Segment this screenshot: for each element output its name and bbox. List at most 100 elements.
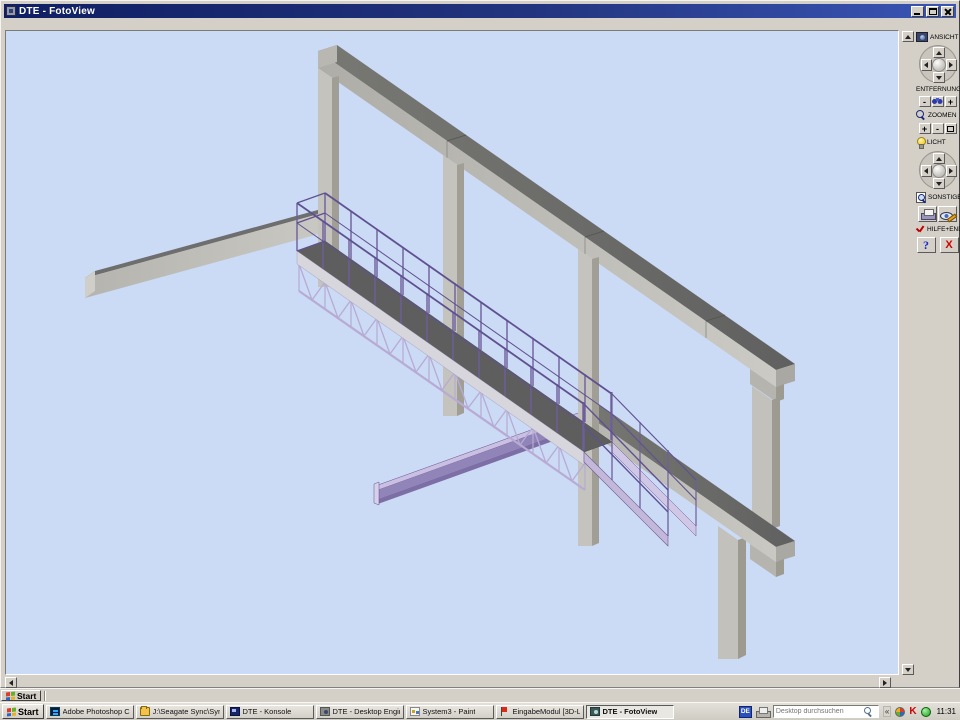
view-up-button[interactable] xyxy=(933,47,945,58)
light-right-button[interactable] xyxy=(946,165,957,177)
section-ansicht: ANSICHT xyxy=(916,32,959,42)
tray-green-icon[interactable] xyxy=(921,707,931,717)
start-button[interactable]: Start xyxy=(2,704,44,719)
taskbar-clock[interactable]: 11:31 xyxy=(935,707,956,716)
task-button-explorer[interactable]: J:\Seagate Sync\SyncRe... xyxy=(136,705,224,719)
vm-start-button[interactable]: Start xyxy=(1,690,41,701)
task-button-eingabemodul[interactable]: EingabeModul [3D-Laufst... xyxy=(496,705,584,719)
fotoview-icon xyxy=(590,707,600,716)
light-pad-center xyxy=(932,164,946,178)
arrow-up-icon xyxy=(936,51,942,55)
light-direction-pad xyxy=(919,151,957,189)
light-up-button[interactable] xyxy=(933,153,945,164)
printer-icon xyxy=(921,209,934,220)
maximize-icon xyxy=(929,8,937,15)
arrow-left-icon xyxy=(924,62,928,68)
task-button-konsole[interactable]: DTE - Konsole xyxy=(226,705,314,719)
paint-icon xyxy=(410,707,420,716)
distance-minus-button[interactable]: - xyxy=(919,96,931,107)
window-title: DTE - FotoView xyxy=(19,6,95,17)
language-indicator[interactable]: DE xyxy=(739,706,752,718)
light-bulb-icon xyxy=(916,137,925,148)
titlebar[interactable]: DTE - FotoView xyxy=(4,4,956,18)
section-entfernung: ENTFERNUNG xyxy=(916,86,959,93)
tool-panel: ANSICHT ENTFERNUNG - + ZOOMEN xyxy=(916,31,959,671)
close-button[interactable] xyxy=(941,6,954,17)
photoshop-icon xyxy=(50,707,60,716)
print-button[interactable] xyxy=(918,206,937,222)
sonstiges-label: SONSTIGES xyxy=(928,194,960,201)
magnifier-icon xyxy=(916,110,926,120)
zoom-out-button[interactable]: - xyxy=(932,123,944,134)
app-icon xyxy=(6,6,16,16)
model-3d-concrete-frame xyxy=(6,31,898,674)
check-icon xyxy=(916,225,925,234)
exit-x-icon: X xyxy=(945,239,952,251)
search-icon[interactable] xyxy=(864,707,873,716)
magnifier-document-icon xyxy=(916,192,926,203)
section-sonstiges: SONSTIGES xyxy=(916,192,959,203)
view-down-button[interactable] xyxy=(933,72,945,83)
vm-taskbar: Start xyxy=(0,688,960,702)
arrow-down-icon xyxy=(936,182,942,186)
tray-overflow-chevron[interactable]: « xyxy=(883,706,891,717)
start-label: Start xyxy=(18,707,39,717)
section-hilfe-ende: HILFE+ENDE xyxy=(916,225,959,234)
arrow-left-icon xyxy=(9,680,13,686)
hilfe-ende-label: HILFE+ENDE xyxy=(927,226,960,233)
scroll-right-button[interactable] xyxy=(879,677,891,688)
camera-icon xyxy=(320,707,330,716)
distance-plus-button[interactable]: + xyxy=(945,96,957,107)
screen: DTE - FotoView xyxy=(0,0,960,720)
console-icon xyxy=(230,707,240,716)
binoculars-icon xyxy=(932,98,943,106)
arrow-up-icon xyxy=(936,157,942,161)
task-button-paint[interactable]: System3 - Paint xyxy=(406,705,494,719)
tray-k-icon[interactable]: K xyxy=(909,707,916,717)
light-left-button[interactable] xyxy=(921,165,932,177)
fotoview-window: DTE - FotoView xyxy=(0,0,960,688)
arrow-left-icon xyxy=(924,168,928,174)
scroll-down-button[interactable] xyxy=(902,664,914,675)
zoom-fit-button[interactable] xyxy=(945,123,957,134)
light-down-button[interactable] xyxy=(933,178,945,189)
distance-binoculars-button[interactable] xyxy=(932,96,944,107)
search-input[interactable] xyxy=(776,708,862,715)
arrow-right-icon xyxy=(883,680,887,686)
taskbar-divider xyxy=(44,691,46,701)
minimize-icon xyxy=(914,13,920,15)
host-taskbar: Start Adobe Photoshop CS3 E... J:\Seagat… xyxy=(0,702,960,720)
section-zoomen: ZOOMEN xyxy=(916,110,959,120)
view-left-button[interactable] xyxy=(921,59,932,71)
printer-tray-icon[interactable] xyxy=(756,707,769,717)
task-button-desktop-engineering[interactable]: DTE - Desktop Engineeri... xyxy=(316,705,404,719)
help-button[interactable]: ? xyxy=(917,237,936,253)
flag-icon xyxy=(500,707,510,716)
view-right-button[interactable] xyxy=(946,59,957,71)
arrow-right-icon xyxy=(949,62,953,68)
scroll-up-button[interactable] xyxy=(902,31,914,42)
maximize-button[interactable] xyxy=(926,6,939,17)
arrow-up-icon xyxy=(905,35,911,39)
licht-label: LICHT xyxy=(927,139,946,146)
view-camera-icon xyxy=(916,32,928,42)
section-licht: LICHT xyxy=(916,137,959,148)
view-direction-pad xyxy=(919,45,957,83)
tray-color-icon[interactable] xyxy=(895,707,905,717)
help-question-icon: ? xyxy=(923,238,929,253)
view-settings-button[interactable] xyxy=(938,206,957,222)
system-tray: DE « K 11:31 xyxy=(739,705,958,718)
vm-start-label: Start xyxy=(17,691,36,701)
minimize-button[interactable] xyxy=(911,6,924,17)
viewport-3d[interactable] xyxy=(5,30,899,675)
ansicht-label: ANSICHT xyxy=(930,34,959,41)
task-button-fotoview[interactable]: DTE - FotoView xyxy=(586,705,674,719)
exit-button[interactable]: X xyxy=(940,237,959,253)
zoom-in-button[interactable]: + xyxy=(919,123,931,134)
task-button-photoshop[interactable]: Adobe Photoshop CS3 E... xyxy=(46,705,134,719)
windows-logo-icon xyxy=(6,691,15,700)
view-pad-center xyxy=(932,58,946,72)
entfernung-label: ENTFERNUNG xyxy=(916,86,960,93)
scroll-left-button[interactable] xyxy=(5,677,17,688)
zoomen-label: ZOOMEN xyxy=(928,112,957,119)
